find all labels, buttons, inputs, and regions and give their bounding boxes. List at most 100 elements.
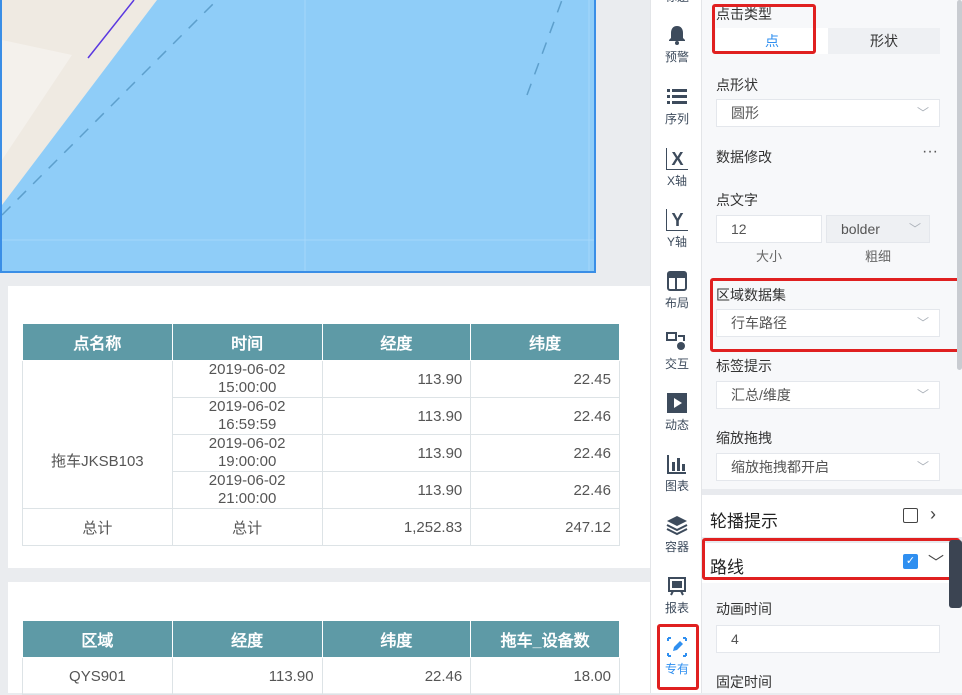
lat-cell: 22.46 xyxy=(470,434,620,472)
highlight-box xyxy=(657,624,699,690)
interaction-icon xyxy=(666,331,688,353)
layout-icon xyxy=(666,270,688,292)
rail-item-report[interactable]: 报表 xyxy=(651,575,703,616)
group-name: 拖车JKSB103 xyxy=(51,453,144,470)
map-view[interactable] xyxy=(0,0,596,273)
map-canvas xyxy=(2,0,594,271)
time-date: 2019-06-02 xyxy=(208,361,286,378)
chevron-right-icon[interactable]: › xyxy=(930,504,936,525)
tag-tip-value: 汇总/维度 xyxy=(731,387,791,403)
column-header[interactable]: 经度 xyxy=(171,620,323,658)
lng-cell: 113.90 xyxy=(321,397,472,435)
table-panel-1: 点名称 时间 经度 纬度 拖车JKSB103 2019-06-02 15:00:… xyxy=(8,286,650,568)
highlight-box xyxy=(702,538,960,580)
bar-chart-icon xyxy=(666,453,688,475)
rail-label: 布局 xyxy=(664,296,689,310)
rail-item-x-axis[interactable]: X X轴 xyxy=(651,148,703,189)
table-panel-2: 区域 经度 纬度 拖车_设备数 QYS901 113.90 22.46 18.0… xyxy=(8,582,650,695)
chevron-down-icon: ﹀ xyxy=(908,222,921,236)
rail-item-layout[interactable]: 布局 xyxy=(651,270,703,311)
settings-panel: 点击类型 点 形状 点形状 圆形 ﹀ 数据修改 ··· 点文字 12 bolde… xyxy=(702,0,962,693)
more-icon[interactable]: ··· xyxy=(922,143,938,161)
lat-cell: 22.45 xyxy=(470,360,620,398)
fixed-time-label: 固定时间 xyxy=(716,674,772,690)
anim-time-input[interactable]: 4 xyxy=(716,625,940,653)
rail-item-animation[interactable]: 动态 xyxy=(651,392,703,433)
time-clock: 21:00:00 xyxy=(217,490,277,507)
zoom-drag-value: 缩放拖拽都开启 xyxy=(731,459,829,475)
count-cell: 18.00 xyxy=(470,657,620,695)
rail-item-chart[interactable]: 图表 xyxy=(651,453,703,494)
chevron-down-icon: ﹀ xyxy=(916,106,929,120)
bell-icon xyxy=(666,24,688,46)
rail-label: 报表 xyxy=(664,601,689,615)
lng-cell: 113.90 xyxy=(321,471,472,509)
anim-time-label: 动画时间 xyxy=(716,601,772,617)
time-date: 2019-06-02 xyxy=(208,472,286,489)
carousel-label: 轮播提示 xyxy=(710,512,778,531)
column-header[interactable]: 纬度 xyxy=(321,620,472,658)
time-cell: 2019-06-02 15:00:00 xyxy=(171,360,323,398)
play-icon xyxy=(666,392,688,414)
column-header[interactable]: 区域 xyxy=(22,620,173,658)
carousel-section[interactable]: 轮播提示 › xyxy=(702,495,962,537)
time-cell: 2019-06-02 19:00:00 xyxy=(171,434,323,472)
table-row: QYS901 113.90 22.46 18.00 xyxy=(22,657,620,695)
highlight-box xyxy=(712,4,816,54)
column-header[interactable]: 纬度 xyxy=(470,323,620,361)
lat-cell: 22.46 xyxy=(470,397,620,435)
font-size-input[interactable]: 12 xyxy=(716,215,822,243)
point-shape-select[interactable]: 圆形 ﹀ xyxy=(716,99,940,127)
rail-label: 序列 xyxy=(664,112,689,126)
column-header[interactable]: 时间 xyxy=(171,323,323,361)
total-name: 总计 xyxy=(22,508,173,546)
lat-cell: 22.46 xyxy=(321,657,472,695)
tag-tip-select[interactable]: 汇总/维度 ﹀ xyxy=(716,381,940,409)
size-caption: 大小 xyxy=(756,249,783,264)
rail-item-alert[interactable]: 预警 xyxy=(651,24,703,65)
highlight-box xyxy=(710,278,960,352)
rail-item-container[interactable]: 容器 xyxy=(651,514,703,555)
zoom-drag-select[interactable]: 缩放拖拽都开启 ﹀ xyxy=(716,453,940,481)
data-edit-label: 数据修改 xyxy=(716,149,772,165)
lng-cell: 113.90 xyxy=(171,657,323,695)
total-lng: 1,252.83 xyxy=(321,508,472,546)
report-icon xyxy=(666,575,688,597)
scrollbar-thumb[interactable] xyxy=(957,0,962,370)
lng-cell: 113.90 xyxy=(321,360,472,398)
rail-label: 预警 xyxy=(664,50,689,64)
weight-caption: 粗细 xyxy=(865,249,892,264)
chevron-down-icon: ﹀ xyxy=(916,460,929,474)
layers-icon xyxy=(666,514,688,536)
total-time: 总计 xyxy=(171,508,323,546)
column-header[interactable]: 经度 xyxy=(321,323,472,361)
rail-item-y-axis[interactable]: Y Y轴 xyxy=(651,209,703,250)
points-table: 点名称 时间 经度 纬度 拖车JKSB103 2019-06-02 15:00:… xyxy=(22,323,620,546)
rail-item-interaction[interactable]: 交互 xyxy=(651,331,703,372)
rail-item-title[interactable]: 标题 xyxy=(651,0,703,5)
lat-cell: 22.46 xyxy=(470,471,620,509)
lng-cell: 113.90 xyxy=(321,434,472,472)
tag-tip-label: 标签提示 xyxy=(716,358,772,374)
shipping-lane-2 xyxy=(526,0,563,96)
font-weight-select[interactable]: bolder ﹀ xyxy=(826,215,930,243)
click-type-option-shape[interactable]: 形状 xyxy=(828,28,940,54)
rail-label: 动态 xyxy=(664,418,689,432)
list-icon xyxy=(666,86,688,108)
zoom-drag-label: 缩放拖拽 xyxy=(716,430,772,446)
column-header[interactable]: 拖车_设备数 xyxy=(470,620,620,658)
column-header[interactable]: 点名称 xyxy=(22,323,173,361)
point-text-label: 点文字 xyxy=(716,192,758,208)
rail-label: 标题 xyxy=(651,0,703,5)
group-cell: 拖车JKSB103 xyxy=(22,360,173,509)
rail-item-series[interactable]: 序列 xyxy=(651,86,703,127)
rail-label: 容器 xyxy=(664,540,689,554)
scroll-handle[interactable] xyxy=(949,540,962,608)
font-weight-value: bolder xyxy=(841,221,880,237)
y-axis-icon: Y xyxy=(666,209,688,231)
total-lat: 247.12 xyxy=(470,508,620,546)
time-clock: 19:00:00 xyxy=(217,453,277,470)
total-row: 总计 总计 1,252.83 247.12 xyxy=(22,508,620,546)
carousel-checkbox[interactable] xyxy=(903,508,918,523)
time-date: 2019-06-02 xyxy=(208,435,286,452)
